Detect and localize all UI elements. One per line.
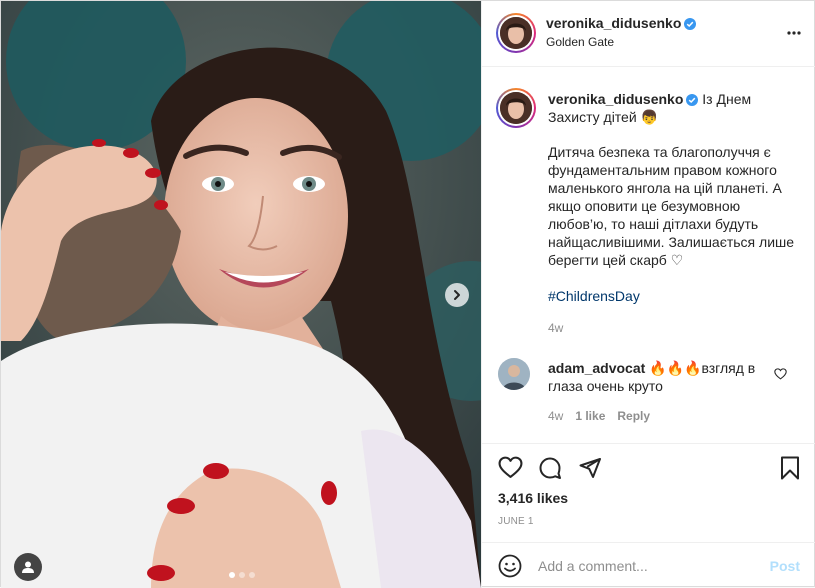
comment-reply-button[interactable]: Reply [617,409,650,423]
author-avatar[interactable] [496,13,536,53]
user-tag-icon [22,561,34,573]
bookmark-icon[interactable] [779,456,801,480]
commenter-username[interactable]: adam_advocat [548,360,645,376]
next-photo-button[interactable] [445,283,469,307]
comments-list[interactable]: veronika_didusenko Із Днем Захисту дітей… [482,68,815,443]
caption-timestamp: 4w [548,321,564,335]
carousel-dot [229,572,235,578]
hashtag-link[interactable]: #ChildrensDay [548,287,800,305]
caption-author-avatar[interactable] [496,88,536,128]
post-dialog: veronika_didusenko Golden Gate veronika_… [0,0,815,588]
photo-image [1,1,481,588]
caption-body: Дитяча безпека та благополуччя є фундаме… [548,144,795,268]
comment-like-heart-icon[interactable] [774,368,787,380]
chevron-right-icon [454,290,460,300]
post-photo[interactable] [1,1,481,588]
comment-input[interactable] [538,555,758,577]
heart-icon[interactable] [498,456,523,479]
carousel-dot [249,572,255,578]
carousel-dot [239,572,245,578]
caption: veronika_didusenko Із Днем Захисту дітей… [548,90,800,337]
comment-bubble-icon[interactable] [538,456,562,480]
likes-count[interactable]: 3,416 likes [498,490,568,506]
comment-text-block: adam_advocat 🔥🔥🔥взгляд в глаза очень кру… [548,359,763,395]
paper-plane-icon[interactable] [578,456,602,480]
post-location[interactable]: Golden Gate [546,35,614,49]
post-comment-button[interactable]: Post [770,558,800,574]
comment-meta: 4w 1 like Reply [548,409,650,423]
caption-username[interactable]: veronika_didusenko [548,91,683,107]
author-avatar-image [500,17,532,49]
add-comment-bar: Post [482,542,815,588]
post-actions: 3,416 likes JUNE 1 [482,443,815,541]
more-options-icon[interactable] [786,25,802,41]
post-date[interactable]: JUNE 1 [498,516,534,527]
commenter-avatar[interactable] [498,358,530,390]
carousel-indicator [229,572,255,578]
verified-badge-icon [686,94,699,106]
post-header: veronika_didusenko Golden Gate [482,1,815,67]
author-username[interactable]: veronika_didusenko [546,15,681,31]
emoji-smile-icon[interactable] [498,554,522,578]
post-details-panel: veronika_didusenko Golden Gate veronika_… [481,1,815,588]
comment-timestamp: 4w [548,409,564,423]
commenter-avatar-image [498,358,530,390]
comment-likes-count[interactable]: 1 like [575,409,605,423]
user-tag-button[interactable] [14,553,42,581]
verified-badge-icon [684,18,697,30]
caption-author-avatar-image [500,92,532,124]
